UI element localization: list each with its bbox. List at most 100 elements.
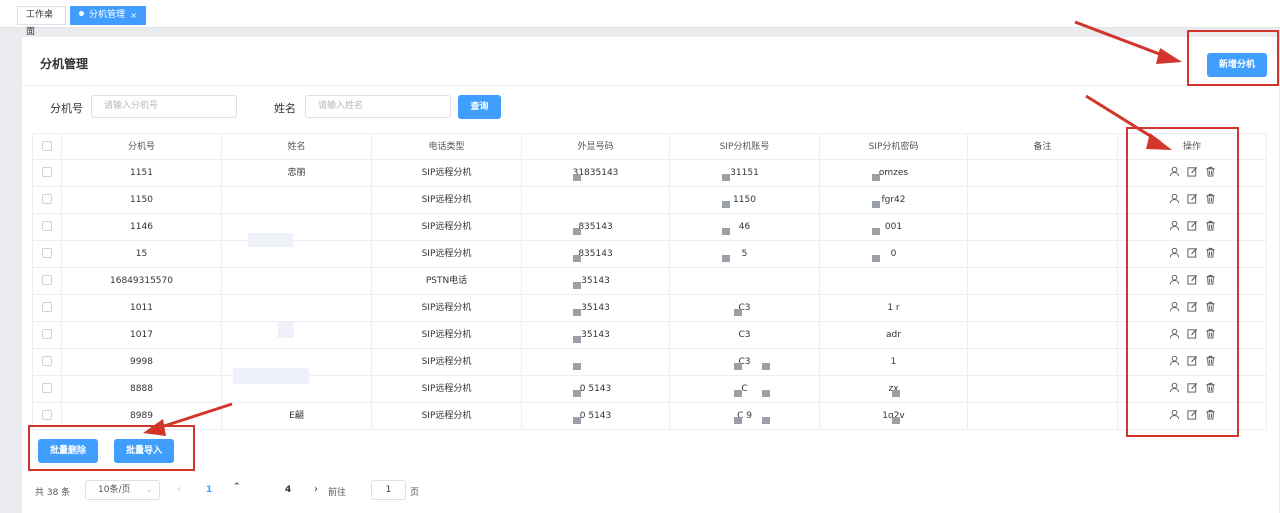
- cell-ext: 1011: [62, 295, 222, 321]
- close-icon[interactable]: ×: [130, 7, 137, 24]
- row-select-cell: [32, 349, 62, 375]
- cell-sip-acc: C: [670, 376, 820, 402]
- table-row: 1011 SIP远程分机 35143 C3 1 r: [32, 295, 1267, 322]
- next-page-icon[interactable]: ›: [314, 484, 318, 495]
- cell-remark: [968, 376, 1118, 402]
- header-name: 姓名: [222, 134, 372, 159]
- cell-sip-acc: 1150: [670, 187, 820, 213]
- row-checkbox[interactable]: [42, 409, 52, 420]
- redaction-block: [248, 233, 293, 247]
- prev-page-icon[interactable]: ‹: [177, 484, 181, 495]
- tab-label: 分机管理: [89, 10, 126, 20]
- page-size-select[interactable]: 10条/页 ⌄: [85, 480, 160, 500]
- cell-sip-pwd: 0: [820, 241, 968, 267]
- cell-ext: 1151: [62, 160, 222, 186]
- cell-display: 835143: [522, 214, 670, 240]
- redaction-mark: [872, 228, 880, 235]
- cell-ext: 1150: [62, 187, 222, 213]
- redaction-mark: [722, 228, 730, 235]
- row-checkbox[interactable]: [42, 193, 52, 204]
- tabs-bar: 工作桌面 分机管理 ×: [0, 0, 1280, 37]
- redaction-mark: [573, 255, 581, 262]
- row-select-cell: [32, 187, 62, 213]
- cell-name: [222, 268, 372, 294]
- redaction-mark: [762, 363, 770, 370]
- cell-ext: 1146: [62, 214, 222, 240]
- annotation-box-actions: [1126, 127, 1239, 437]
- query-button[interactable]: 查询: [458, 95, 501, 119]
- cell-ext: 1017: [62, 322, 222, 348]
- table-header-row: 分机号 姓名 电话类型 外显号码 SIP分机账号 SIP分机密码 备注 操作: [32, 134, 1267, 160]
- goto-page-input[interactable]: 1: [371, 480, 406, 500]
- row-select-cell: [32, 295, 62, 321]
- cell-sip-acc: 46: [670, 214, 820, 240]
- row-checkbox[interactable]: [42, 220, 52, 231]
- cell-display: 31835143: [522, 160, 670, 186]
- row-select-cell: [32, 241, 62, 267]
- cell-type: PSTN电话: [372, 268, 522, 294]
- cell-remark: [968, 268, 1118, 294]
- annotation-box-add: [1187, 30, 1279, 86]
- more-pages-icon[interactable]: ⌃: [233, 482, 241, 492]
- redaction-mark: [573, 174, 581, 181]
- cell-remark: [968, 241, 1118, 267]
- row-checkbox[interactable]: [42, 382, 52, 393]
- tab-extension-management[interactable]: 分机管理 ×: [70, 6, 146, 25]
- header-type: 电话类型: [372, 134, 522, 159]
- divider: [22, 85, 1279, 86]
- redaction-mark: [762, 390, 770, 397]
- goto-unit: 页: [410, 488, 420, 498]
- redaction-mark: [734, 309, 742, 316]
- redaction-mark: [734, 417, 742, 424]
- row-checkbox[interactable]: [42, 355, 52, 366]
- pagination-total: 共 38 条: [35, 488, 71, 498]
- select-all-checkbox[interactable]: [42, 140, 52, 151]
- extensions-table: 分机号 姓名 电话类型 外显号码 SIP分机账号 SIP分机密码 备注 操作 1…: [32, 133, 1267, 430]
- cell-type: SIP远程分机: [372, 295, 522, 321]
- row-checkbox[interactable]: [42, 247, 52, 258]
- row-select-cell: [32, 160, 62, 186]
- row-checkbox[interactable]: [42, 274, 52, 285]
- cell-display: 35143: [522, 268, 670, 294]
- cell-name: [222, 214, 372, 240]
- redaction-block: [233, 368, 309, 384]
- name-filter-input[interactable]: 请输入姓名: [305, 95, 451, 118]
- redaction-mark: [573, 282, 581, 289]
- cell-sip-pwd: 001: [820, 214, 968, 240]
- row-checkbox[interactable]: [42, 328, 52, 339]
- cell-type: SIP远程分机: [372, 187, 522, 213]
- redaction-mark: [573, 417, 581, 424]
- cell-type: SIP远程分机: [372, 376, 522, 402]
- cell-ext: 16849315570: [62, 268, 222, 294]
- cell-sip-pwd: [820, 268, 968, 294]
- row-checkbox[interactable]: [42, 301, 52, 312]
- tab-workspace[interactable]: 工作桌面: [17, 6, 66, 37]
- cell-display: 0 5143: [522, 376, 670, 402]
- cell-ext: 8888: [62, 376, 222, 402]
- cell-remark: [968, 322, 1118, 348]
- table-row: 1151 忠丽 SIP远程分机 31835143 31151 omzes: [32, 160, 1267, 187]
- page-size-value: 10条/页: [98, 485, 131, 495]
- cell-name: [222, 241, 372, 267]
- ext-filter-input[interactable]: 请输入分机号: [91, 95, 237, 118]
- cell-remark: [968, 160, 1118, 186]
- cell-display: 35143: [522, 295, 670, 321]
- cell-remark: [968, 187, 1118, 213]
- redaction-mark: [722, 255, 730, 262]
- active-dot-icon: [79, 11, 84, 16]
- page-number-4[interactable]: 4: [285, 485, 291, 495]
- cell-type: SIP远程分机: [372, 160, 522, 186]
- goto-label: 前往: [328, 488, 347, 498]
- redaction-mark: [872, 201, 880, 208]
- cell-display: 835143: [522, 241, 670, 267]
- row-checkbox[interactable]: [42, 166, 52, 177]
- header-display: 外显号码: [522, 134, 670, 159]
- cell-remark: [968, 295, 1118, 321]
- cell-type: SIP远程分机: [372, 322, 522, 348]
- table-row: 15 SIP远程分机 835143 5 0: [32, 241, 1267, 268]
- table-body: 1151 忠丽 SIP远程分机 31835143 31151 omzes 1150 SIP远程…: [32, 160, 1267, 430]
- table-row: 1146 SIP远程分机 835143 46 001: [32, 214, 1267, 241]
- page-number-1[interactable]: 1: [206, 485, 212, 495]
- select-all-cell: [32, 134, 62, 159]
- cell-sip-pwd: zx: [820, 376, 968, 402]
